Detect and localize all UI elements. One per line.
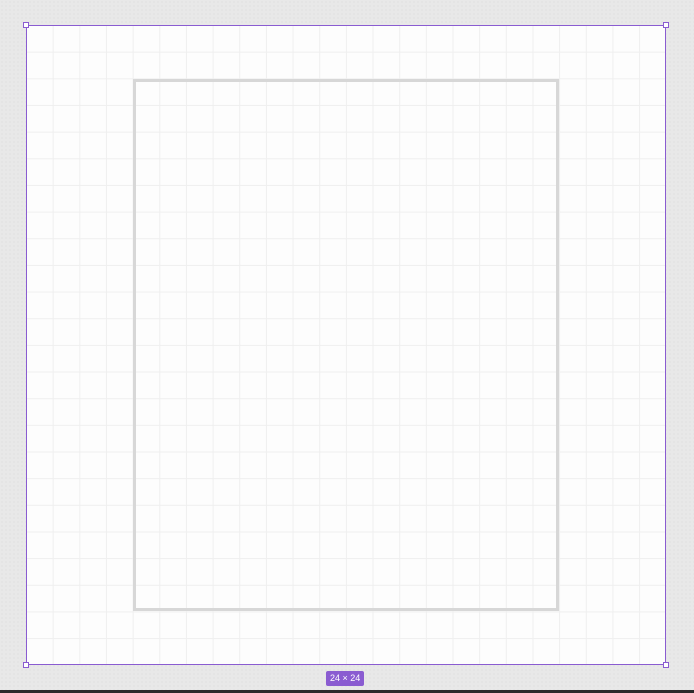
resize-handle-bottom-right[interactable] [663, 662, 669, 668]
dimension-badge: 24 × 24 [326, 671, 365, 686]
rectangle-shape[interactable] [133, 79, 559, 611]
resize-handle-top-right[interactable] [663, 22, 669, 28]
resize-handle-bottom-left[interactable] [23, 662, 29, 668]
resize-handle-top-left[interactable] [23, 22, 29, 28]
